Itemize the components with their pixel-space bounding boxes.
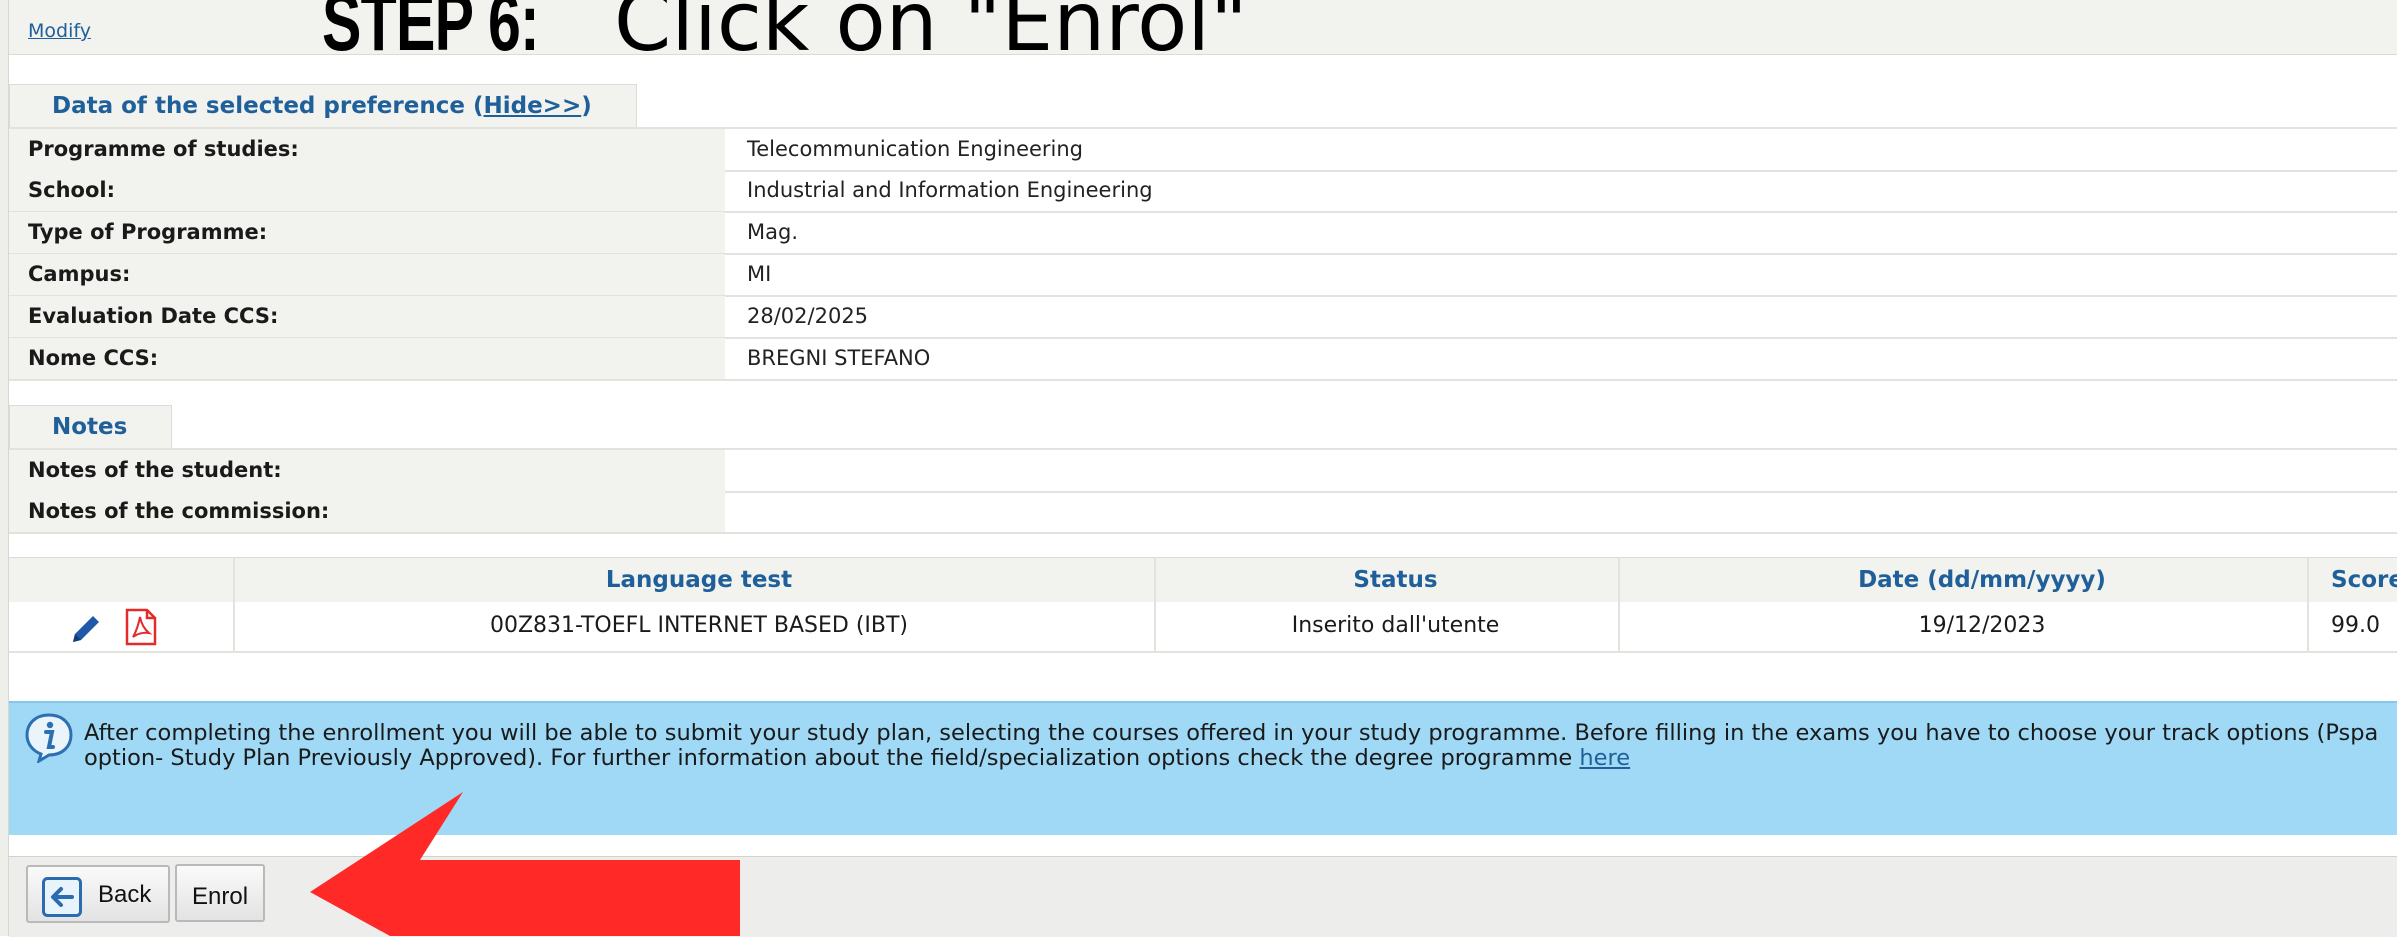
column-divider [2307,557,2309,652]
field-label: School: [9,170,725,211]
status-value: Inserito dall'utente [1291,613,1500,638]
field-label: Nome CCS: [9,338,725,379]
degree-programme-here-link[interactable]: here [1579,745,1630,771]
language-table-header: Language test Status Date (dd/mm/yyyy) S… [9,557,2397,603]
notes-section-header: Notes [9,405,173,448]
info-message-text: After completing the enrollment you will… [84,720,2379,771]
field-value: BREGNI STEFANO [747,346,931,370]
field-label: Notes of the student: [9,450,725,491]
field-label: Notes of the commission: [9,491,725,532]
field-value: Industrial and Information Engineering [747,178,1153,202]
preference-row-nome-ccs: Nome CCS: BREGNI STEFANO [9,338,2397,381]
hide-toggle-link[interactable]: Hide>> [483,93,581,119]
enrol-button[interactable]: Enrol [175,864,265,922]
column-header-status: Status [1353,567,1438,593]
field-label: Programme of studies: [9,129,725,170]
field-value: Mag. [747,220,798,244]
preference-row-campus: Campus: MI [9,254,2397,297]
step-title-number: STEP 6: [322,0,540,68]
field-label: Type of Programme: [9,212,725,253]
info-icon [23,711,75,765]
enrol-button-label: Enrol [192,883,249,910]
arrow-left-icon [42,877,82,924]
red-arrow-annotation [310,792,740,936]
notes-row-commission: Notes of the commission: [9,491,2397,534]
column-header-score: Score [2331,567,2397,593]
back-button[interactable]: Back [26,865,170,923]
preference-row-type: Type of Programme: Mag. [9,212,2397,255]
field-label: Campus: [9,254,725,295]
step-title-instruction: Click on "Enrol" [614,0,1248,70]
back-button-label: Back [98,881,152,908]
step-title: STEP 6: Click on "Enrol" [322,0,1248,68]
notes-row-student: Notes of the student: [9,448,2397,493]
preference-row-school: School: Industrial and Information Engin… [9,170,2397,213]
column-header-date: Date (dd/mm/yyyy) [1858,567,2106,593]
date-value: 19/12/2023 [1918,613,2046,638]
column-divider [233,557,235,652]
field-label: Evaluation Date CCS: [9,296,725,337]
field-value: Telecommunication Engineering [747,137,1084,161]
field-value: MI [747,262,772,286]
field-value: 28/02/2025 [747,304,869,328]
column-header-language-test: Language test [605,567,793,593]
left-border [0,0,9,936]
modify-link[interactable]: Modify [28,20,91,42]
preference-section-header: Data of the selected preference (Hide>>) [9,84,637,127]
language-test-value: 00Z831-TOEFL INTERNET BASED (IBT) [489,613,909,638]
preference-row-programme: Programme of studies: Telecommunication … [9,127,2397,172]
column-divider [1618,557,1620,652]
table-row: 00Z831-TOEFL INTERNET BASED (IBT) Inseri… [9,602,2397,653]
pdf-icon[interactable] [123,608,159,650]
column-divider [1154,557,1156,652]
preference-row-evaluation-date: Evaluation Date CCS: 28/02/2025 [9,296,2397,339]
score-value: 99.0 [2331,613,2380,638]
pencil-icon[interactable] [69,612,103,650]
